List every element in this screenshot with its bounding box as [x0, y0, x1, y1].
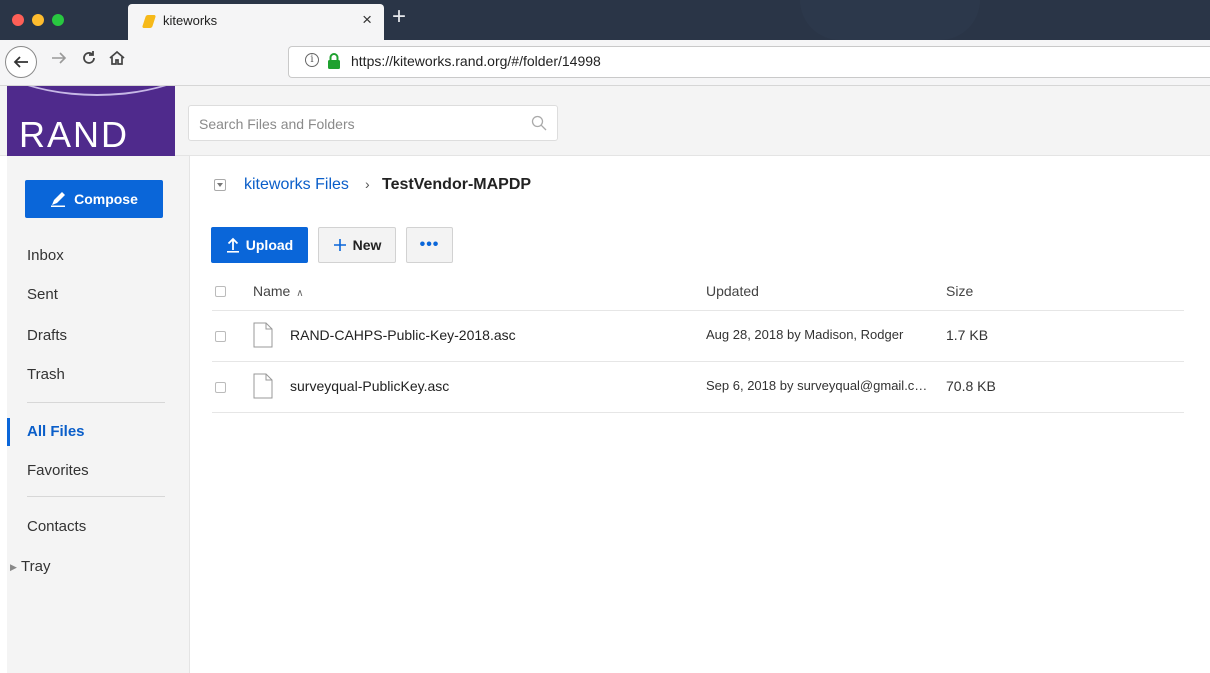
row-checkbox[interactable]	[215, 382, 226, 393]
column-header-size[interactable]: Size	[946, 283, 973, 299]
table-row[interactable]: RAND-CAHPS-Public-Key-2018.asc Aug 28, 2…	[212, 311, 1184, 362]
info-icon[interactable]: i	[305, 53, 319, 67]
file-size: 70.8 KB	[946, 378, 996, 394]
reload-button[interactable]	[80, 49, 98, 73]
new-button[interactable]: New	[318, 227, 396, 263]
file-updated: Aug 28, 2018 by Madison, Rodger	[706, 327, 904, 342]
address-bar[interactable]: i https://kiteworks.rand.org/#/folder/14…	[288, 46, 1210, 78]
column-header-updated[interactable]: Updated	[706, 283, 759, 299]
plus-icon	[333, 239, 346, 251]
forward-button[interactable]	[50, 49, 68, 73]
file-icon	[253, 322, 273, 348]
logo-arc	[7, 86, 175, 96]
home-button[interactable]	[108, 49, 126, 73]
zoom-window-button[interactable]	[52, 14, 64, 26]
browser-nav-bar: i https://kiteworks.rand.org/#/folder/14…	[0, 40, 1210, 86]
upload-button[interactable]: Upload	[211, 227, 308, 263]
file-size: 1.7 KB	[946, 327, 989, 343]
breadcrumb-root-link[interactable]: kiteworks Files	[244, 176, 349, 194]
breadcrumb-separator: ›	[365, 176, 370, 192]
column-header-name[interactable]: Name ∧	[253, 283, 304, 299]
caret-right-icon[interactable]: ▶	[10, 562, 17, 573]
reload-icon	[83, 51, 95, 64]
new-tab-button[interactable]: +	[392, 2, 406, 32]
minimize-window-button[interactable]	[32, 14, 44, 26]
search-input[interactable]	[199, 113, 519, 135]
active-indicator	[7, 418, 10, 446]
back-arrow-icon	[13, 56, 28, 68]
table-header: Name ∧ Updated Size	[212, 273, 1184, 311]
upload-label: Upload	[245, 237, 294, 253]
file-name[interactable]: RAND-CAHPS-Public-Key-2018.asc	[290, 327, 516, 343]
sidebar-divider	[27, 496, 165, 497]
kiteworks-favicon-icon	[141, 15, 157, 28]
sidebar-item-sent[interactable]: Sent	[27, 286, 58, 303]
tabbar-decoration	[800, 0, 980, 40]
home-icon	[109, 50, 125, 65]
search-box	[188, 105, 558, 141]
row-checkbox[interactable]	[215, 331, 226, 342]
sidebar-item-contacts[interactable]: Contacts	[27, 518, 86, 535]
sidebar-divider	[27, 402, 165, 403]
tab-close-icon[interactable]: ×	[362, 10, 372, 30]
pencil-icon	[51, 192, 66, 207]
logo-text: RAND	[19, 114, 130, 155]
more-options-button[interactable]: •••	[406, 227, 453, 263]
column-name-label: Name	[253, 283, 291, 299]
search-icon[interactable]	[531, 115, 547, 131]
table-row[interactable]: surveyqual-PublicKey.asc Sep 6, 2018 by …	[212, 362, 1184, 413]
sidebar-item-trash[interactable]: Trash	[27, 366, 65, 383]
compose-label: Compose	[74, 191, 138, 207]
file-name[interactable]: surveyqual-PublicKey.asc	[290, 378, 449, 394]
back-button[interactable]	[5, 46, 37, 78]
browser-tab-bar: kiteworks × +	[0, 0, 1210, 40]
sidebar-item-favorites[interactable]: Favorites	[27, 462, 89, 479]
file-updated: Sep 6, 2018 by surveyqual@gmail.c…	[706, 378, 928, 393]
rand-logo[interactable]: RAND	[7, 86, 175, 156]
breadcrumb-dropdown-icon[interactable]	[214, 179, 226, 191]
close-window-button[interactable]	[12, 14, 24, 26]
url-text: https://kiteworks.rand.org/#/folder/1499…	[351, 53, 601, 69]
select-all-checkbox[interactable]	[215, 286, 226, 297]
app-header: RAND	[0, 86, 1210, 156]
lock-icon[interactable]	[327, 52, 341, 70]
forward-arrow-icon	[52, 52, 67, 64]
sidebar-item-all-files[interactable]: All Files	[27, 423, 85, 440]
new-label: New	[352, 237, 382, 253]
sort-ascending-icon: ∧	[296, 288, 304, 299]
sidebar-item-tray[interactable]: Tray	[21, 558, 50, 575]
compose-button[interactable]: Compose	[25, 180, 163, 218]
ellipsis-icon: •••	[419, 236, 440, 253]
upload-icon	[226, 237, 239, 253]
tab-title: kiteworks	[163, 13, 218, 28]
page-title: TestVendor-MAPDP	[382, 176, 532, 193]
file-icon	[253, 373, 273, 399]
files-table: Name ∧ Updated Size RAND-CAHPS-Public-Ke…	[212, 273, 1184, 413]
sidebar-item-drafts[interactable]: Drafts	[27, 327, 67, 344]
main-content: kiteworks Files › TestVendor-MAPDP Uploa…	[190, 156, 1210, 673]
sidebar: Compose Inbox Sent Drafts Trash All File…	[7, 156, 190, 673]
sidebar-item-inbox[interactable]: Inbox	[27, 247, 64, 264]
browser-tab[interactable]: kiteworks ×	[128, 4, 384, 40]
kiteworks-app: RAND Compose Inbox Sent Drafts Trash All…	[0, 86, 1210, 673]
